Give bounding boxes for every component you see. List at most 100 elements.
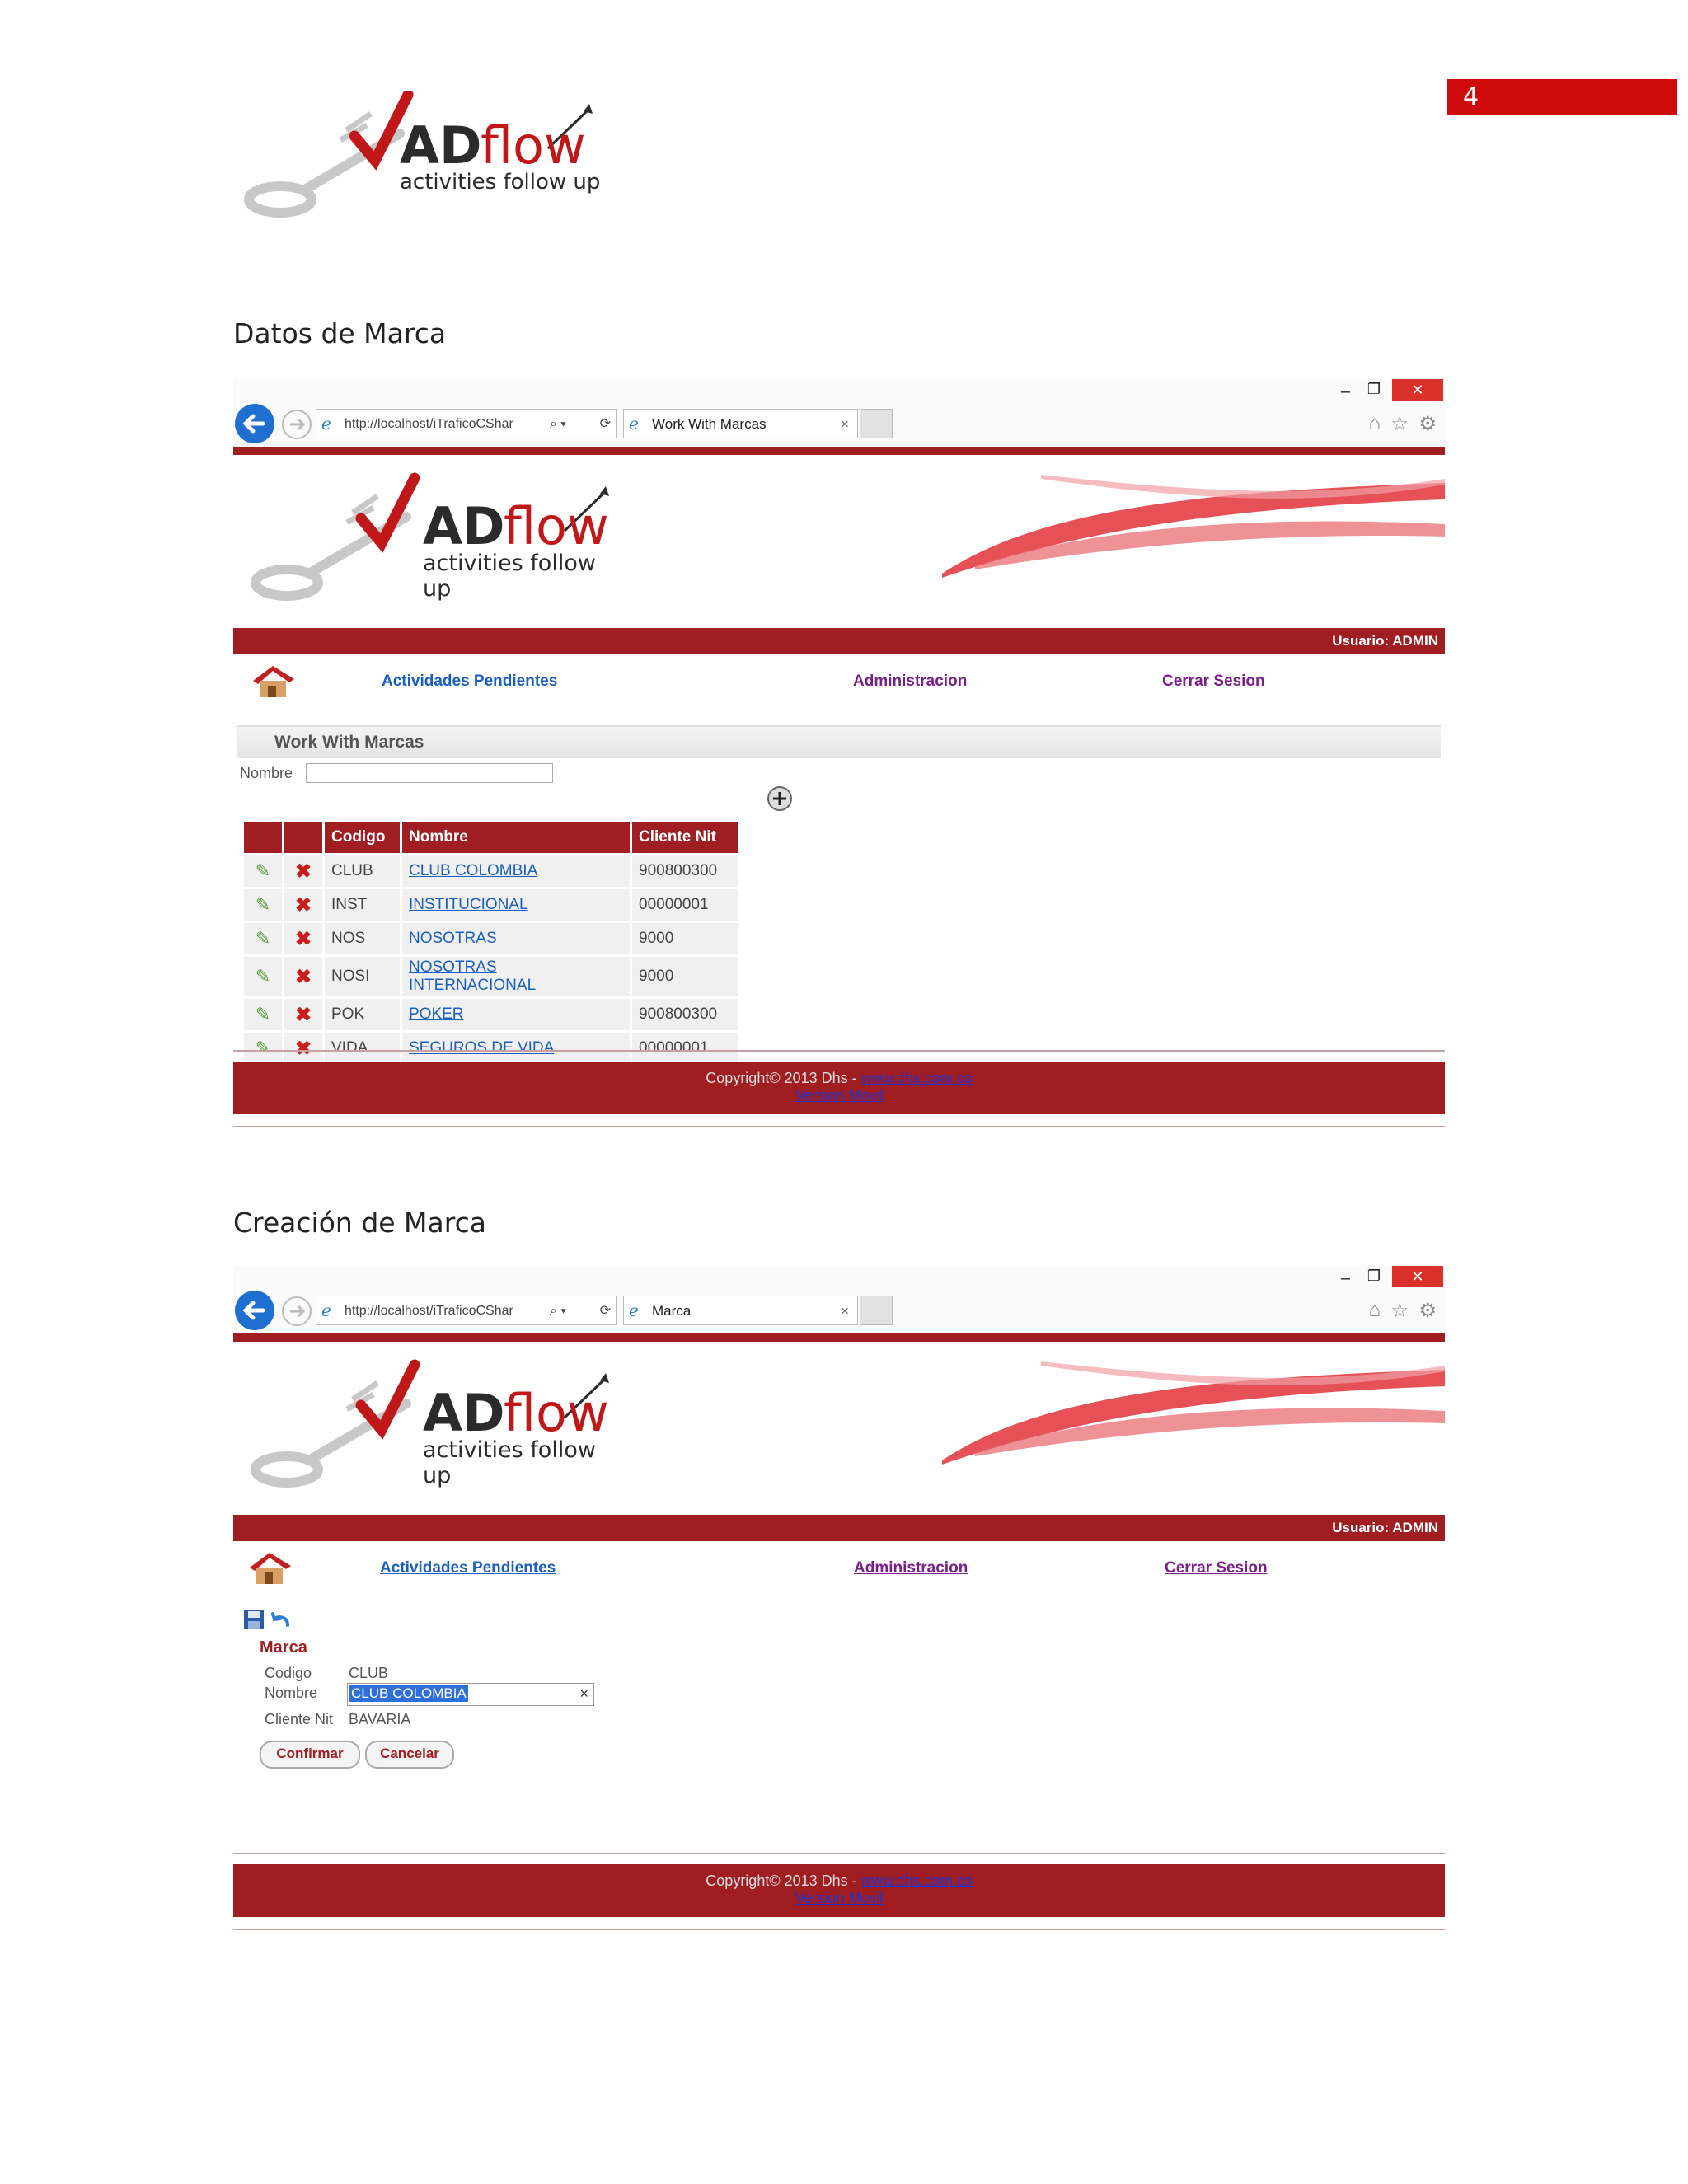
- tab-title: Marca: [652, 1303, 692, 1319]
- refresh-icon[interactable]: ⟳: [600, 410, 611, 438]
- cell-nombre-link[interactable]: CLUB COLOMBIA: [402, 855, 630, 887]
- delete-icon[interactable]: ✖: [284, 855, 322, 887]
- screenshot-marca-form: – ❐ ✕ ℯ http://localhost/iTraficoCShar ⌕…: [233, 1266, 1445, 1930]
- app-logo: AD flow activities follow up: [250, 1358, 612, 1490]
- forward-arrow-icon[interactable]: [281, 1296, 312, 1327]
- edit-icon[interactable]: ✎: [244, 957, 282, 996]
- ie-page-icon: ℯ: [321, 1302, 331, 1320]
- footer-site-link[interactable]: www.dhs.com.co: [861, 1070, 973, 1086]
- close-window-icon[interactable]: ✕: [1392, 1266, 1443, 1287]
- url-text: http://localhost/iTraficoCShar: [345, 417, 513, 431]
- delete-icon[interactable]: ✖: [284, 999, 322, 1030]
- forward-arrow-icon[interactable]: [281, 409, 312, 440]
- footer-version-link[interactable]: Version Movil: [795, 1087, 883, 1104]
- edit-icon[interactable]: ✎: [244, 855, 282, 887]
- cell-nit: 00000001: [632, 1033, 738, 1064]
- add-plus-icon[interactable]: [766, 785, 794, 813]
- delete-icon[interactable]: ✖: [284, 923, 322, 954]
- screenshot-work-with-marcas: – ❐ ✕ ℯ http://localhost/iTraficoCShar ⌕…: [233, 379, 1445, 1127]
- home-house-icon[interactable]: [245, 1549, 294, 1587]
- user-bar: Usuario: ADMIN: [233, 1515, 1445, 1541]
- search-icon[interactable]: ⌕ ▾: [546, 410, 566, 438]
- delete-icon[interactable]: ✖: [284, 1033, 322, 1064]
- nav-link-pending[interactable]: Actividades Pendientes: [380, 1559, 556, 1577]
- settings-gear-icon[interactable]: ⚙: [1418, 412, 1437, 436]
- cell-nombre-link[interactable]: NOSOTRAS: [402, 923, 630, 954]
- page-number: 4: [1447, 79, 1677, 115]
- home-icon[interactable]: ⌂: [1369, 1299, 1381, 1322]
- nav-link-admin[interactable]: Administracion: [853, 673, 967, 691]
- address-bar[interactable]: ℯ http://localhost/iTraficoCShar ⌕ ▾ ⟳: [316, 409, 617, 438]
- close-window-icon[interactable]: ✕: [1392, 379, 1443, 401]
- header-delete-col: [284, 822, 322, 853]
- header-edit-col: [244, 822, 282, 853]
- home-icon[interactable]: ⌂: [1369, 412, 1381, 435]
- footer-site-link[interactable]: www.dhs.com.co: [861, 1872, 973, 1889]
- browser-chrome: – ❐ ✕ ℯ http://localhost/iTraficoCShar ⌕…: [233, 1266, 1445, 1333]
- favorites-star-icon[interactable]: ☆: [1390, 412, 1409, 436]
- cell-codigo: NOSI: [325, 957, 400, 996]
- new-tab-button[interactable]: [860, 409, 893, 438]
- confirm-button[interactable]: Confirmar: [260, 1741, 360, 1769]
- tab-title: Work With Marcas: [652, 416, 767, 432]
- home-house-icon[interactable]: [248, 663, 298, 701]
- table-row: ✎ ✖ INST INSTITUCIONAL 00000001: [244, 889, 738, 921]
- new-tab-button[interactable]: [860, 1296, 893, 1325]
- cell-nit: 900800300: [632, 855, 738, 887]
- minimize-icon[interactable]: –: [1341, 1269, 1350, 1288]
- table-row: ✎ ✖ NOSI NOSOTRAS INTERNACIONAL 9000: [244, 957, 738, 996]
- edit-icon[interactable]: ✎: [244, 923, 282, 954]
- nav-link-logout[interactable]: Cerrar Sesion: [1162, 673, 1265, 691]
- edit-icon[interactable]: ✎: [244, 999, 282, 1030]
- restore-icon[interactable]: ❐: [1367, 381, 1381, 398]
- delete-icon[interactable]: ✖: [284, 889, 322, 921]
- nav-link-pending[interactable]: Actividades Pendientes: [382, 673, 557, 691]
- filter-nombre-input[interactable]: [306, 763, 553, 783]
- footer-copyright-line: Copyright© 2013 Dhs - www.dhs.com.co: [233, 1062, 1445, 1087]
- back-arrow-icon[interactable]: [233, 1289, 276, 1332]
- address-bar[interactable]: ℯ http://localhost/iTraficoCShar ⌕ ▾ ⟳: [316, 1296, 617, 1325]
- document-logo: AD flow activities follow up: [243, 91, 606, 223]
- cell-nombre-link[interactable]: POKER: [402, 999, 630, 1030]
- footer-divider: [233, 1126, 1445, 1127]
- cell-nombre-link[interactable]: NOSOTRAS INTERNACIONAL: [402, 957, 630, 996]
- cancel-button[interactable]: Cancelar: [365, 1741, 454, 1769]
- edit-icon[interactable]: ✎: [244, 1033, 282, 1064]
- browser-tab[interactable]: ℯ Work With Marcas ×: [623, 409, 858, 438]
- minimize-icon[interactable]: –: [1341, 382, 1350, 401]
- save-disk-icon[interactable]: [243, 1609, 265, 1630]
- undo-arrow-icon[interactable]: [270, 1610, 293, 1630]
- logo-flow-text: flow: [481, 115, 586, 176]
- browser-divider: [233, 447, 1445, 455]
- nombre-input[interactable]: CLUB COLOMBIA ×: [347, 1683, 594, 1706]
- marca-form-content: Marca Codigo CLUB Nombre CLUB COLOMBIA ×…: [233, 1594, 1445, 1864]
- restore-icon[interactable]: ❐: [1367, 1268, 1381, 1285]
- app-banner: AD flow activities follow up: [233, 455, 1445, 628]
- app-logo: AD flow activities follow up: [250, 471, 612, 603]
- tab-close-icon[interactable]: ×: [841, 410, 849, 439]
- cell-nombre-link[interactable]: SEGUROS DE VIDA: [402, 1033, 630, 1064]
- clear-input-icon[interactable]: ×: [579, 1685, 588, 1703]
- nav-link-logout[interactable]: Cerrar Sesion: [1165, 1559, 1268, 1577]
- app-logo-tagline: activities follow up: [423, 551, 596, 602]
- edit-icon[interactable]: ✎: [244, 889, 282, 921]
- tab-close-icon[interactable]: ×: [841, 1296, 849, 1326]
- nav-link-admin[interactable]: Administracion: [854, 1559, 968, 1577]
- back-arrow-icon[interactable]: [233, 402, 276, 445]
- settings-gear-icon[interactable]: ⚙: [1418, 1299, 1437, 1323]
- refresh-icon[interactable]: ⟳: [600, 1296, 611, 1324]
- search-icon[interactable]: ⌕ ▾: [546, 1296, 566, 1324]
- work-with-content: Work With Marcas Nombre Codigo Nombre Cl…: [233, 707, 1445, 1064]
- cell-nombre-link[interactable]: INSTITUCIONAL: [402, 889, 630, 921]
- delete-icon[interactable]: ✖: [284, 957, 322, 996]
- codigo-label: Codigo: [265, 1665, 312, 1681]
- favorites-star-icon[interactable]: ☆: [1390, 1299, 1409, 1323]
- cell-nit: 900800300: [632, 999, 738, 1030]
- app-logo-flow-text: flow: [504, 1383, 609, 1443]
- section-heading-creacion: Creación de Marca: [233, 1207, 486, 1239]
- app-footer: Copyright© 2013 Dhs - www.dhs.com.co Ver…: [233, 1062, 1445, 1114]
- browser-tab[interactable]: ℯ Marca ×: [623, 1296, 858, 1325]
- ie-page-icon: ℯ: [321, 415, 331, 434]
- footer-version-link[interactable]: Version Movil: [795, 1890, 883, 1906]
- logo-tagline: activities follow up: [400, 170, 601, 194]
